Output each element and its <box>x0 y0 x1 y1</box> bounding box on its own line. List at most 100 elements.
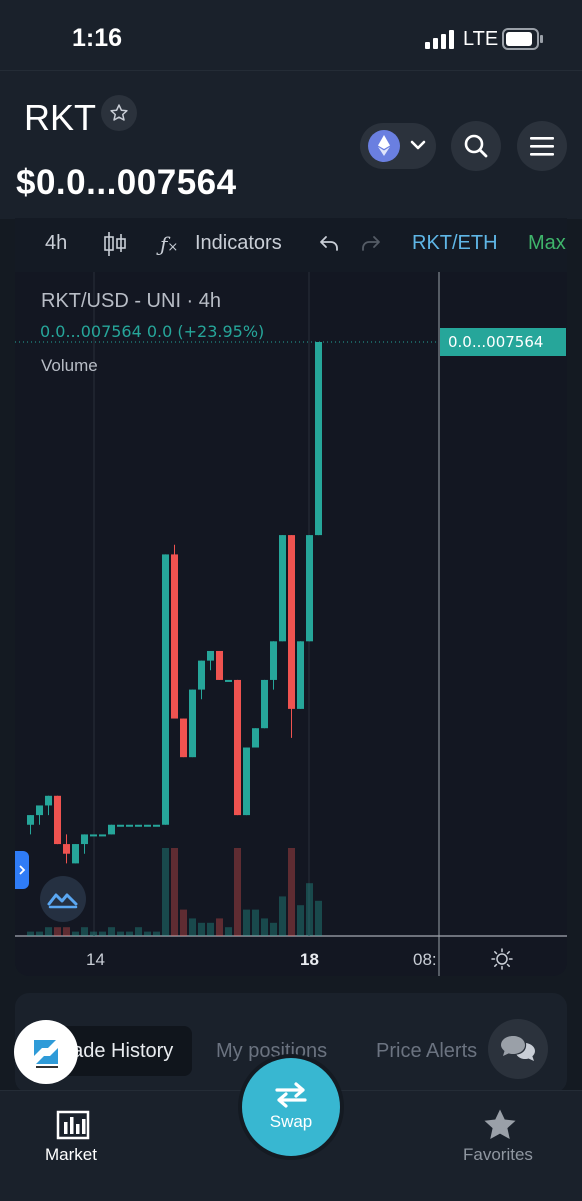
chart-legend: RKT/USD - UNI · 4h <box>41 290 222 312</box>
menu-button[interactable] <box>517 121 567 171</box>
market-chart-icon[interactable] <box>56 1110 90 1140</box>
volume-bar <box>54 927 61 936</box>
candle-body <box>117 824 124 827</box>
candle-body <box>45 795 52 806</box>
function-icon[interactable]: ƒ× <box>160 232 178 256</box>
chart-plot[interactable]: RKT/USD - UNI · 4h 0.0...007564 0.0 (+23… <box>15 272 567 976</box>
candle-body <box>297 641 304 709</box>
star-icon <box>110 104 128 121</box>
volume-bar <box>135 927 142 936</box>
candle-body <box>126 824 133 827</box>
undo-icon[interactable] <box>317 232 341 256</box>
volume-bar <box>81 927 88 936</box>
candle-body <box>171 554 178 719</box>
candle-body <box>108 824 115 835</box>
tab-price-alerts[interactable]: Price Alerts <box>376 1040 477 1063</box>
volume-bar <box>234 848 241 936</box>
candle-body <box>189 689 196 758</box>
battery-icon <box>502 28 543 50</box>
candle-body <box>54 795 61 845</box>
candle-body <box>180 718 187 758</box>
price-tag: 0.0...007564 <box>440 328 566 356</box>
status-time: 1:16 <box>72 24 123 52</box>
volume-bar <box>315 900 322 936</box>
volume-bar <box>243 909 250 936</box>
candle-body <box>216 650 223 680</box>
candle-body <box>225 679 232 682</box>
x-label-14: 14 <box>86 950 105 969</box>
tab-my-positions[interactable]: My positions <box>216 1040 327 1063</box>
candle-body <box>72 844 79 864</box>
pair-toggle[interactable]: RKT/ETH <box>412 232 498 255</box>
candle-body <box>234 679 241 816</box>
volume-bar <box>180 909 187 936</box>
interval-button[interactable]: 4h <box>45 232 67 255</box>
search-icon <box>464 134 488 158</box>
volume-bar <box>189 918 196 936</box>
chevron-right-icon <box>19 865 26 875</box>
volume-bar <box>171 848 178 936</box>
sun-icon[interactable] <box>491 948 513 970</box>
volume-bar <box>63 927 70 936</box>
candle-body <box>99 834 106 837</box>
candle-body <box>252 728 259 748</box>
volume-bar <box>36 931 43 936</box>
volume-bar <box>126 931 133 936</box>
candle-body <box>288 535 295 709</box>
signal-icon <box>425 30 454 49</box>
candle-body <box>27 815 34 825</box>
volume-bar <box>27 931 34 936</box>
volume-bar <box>162 848 169 936</box>
chart-card: 4h ƒ× Indicators RKT/ETH Max RKT/USD - U… <box>15 218 567 976</box>
volume-bar <box>207 922 214 936</box>
candle-body <box>207 650 214 661</box>
chat-button[interactable] <box>488 1019 548 1079</box>
swap-label: Swap <box>269 1112 313 1131</box>
cloud-icon <box>47 893 78 909</box>
candle-body <box>279 535 286 642</box>
candle-body <box>135 824 142 827</box>
volume-bar <box>261 918 268 936</box>
network-type: LTE <box>463 28 499 50</box>
chart-values: 0.0...007564 0.0 (+23.95%) <box>40 322 265 341</box>
sidebar-handle[interactable] <box>15 851 29 889</box>
chat-icon <box>501 1036 535 1061</box>
favorite-button[interactable] <box>101 95 137 131</box>
volume-bar <box>252 909 259 936</box>
chart-toolbar: 4h ƒ× Indicators RKT/ETH Max <box>15 218 567 270</box>
volume-bar <box>198 922 205 936</box>
chevron-down-icon <box>410 140 426 150</box>
candlestick-chart[interactable] <box>15 272 567 976</box>
candle-body <box>261 679 268 729</box>
volume-bar <box>306 883 313 936</box>
candle-body <box>144 824 151 827</box>
tradingview-logo[interactable] <box>40 876 86 922</box>
volume-bar <box>90 931 97 936</box>
volume-bar <box>216 918 223 936</box>
logo-mark-icon <box>34 1040 58 1068</box>
indicators-button[interactable]: Indicators <box>195 232 282 255</box>
candle-body <box>90 834 97 837</box>
swap-button[interactable]: Swap <box>242 1058 340 1156</box>
redo-icon[interactable] <box>359 232 383 256</box>
nav-favorites-label[interactable]: Favorites <box>463 1145 533 1165</box>
candle-style-icon[interactable] <box>103 230 127 258</box>
volume-bar <box>144 931 151 936</box>
candle-body <box>306 535 313 642</box>
token-price: $0.0...007564 <box>16 163 237 202</box>
volume-label: Volume <box>41 356 98 375</box>
nav-market-label[interactable]: Market <box>45 1145 97 1165</box>
volume-bar <box>225 927 232 936</box>
search-button[interactable] <box>451 121 501 171</box>
volume-bar <box>72 931 79 936</box>
volume-bar <box>297 905 304 936</box>
chain-selector[interactable] <box>360 123 436 169</box>
volume-bar <box>117 931 124 936</box>
candle-body <box>81 834 88 845</box>
token-header: RKT $0.0...007564 <box>0 70 582 219</box>
volume-bar <box>153 931 160 936</box>
favorites-star-icon[interactable] <box>482 1108 518 1142</box>
max-button[interactable]: Max <box>528 232 566 255</box>
volume-bar <box>45 927 52 936</box>
candle-body <box>315 342 322 536</box>
